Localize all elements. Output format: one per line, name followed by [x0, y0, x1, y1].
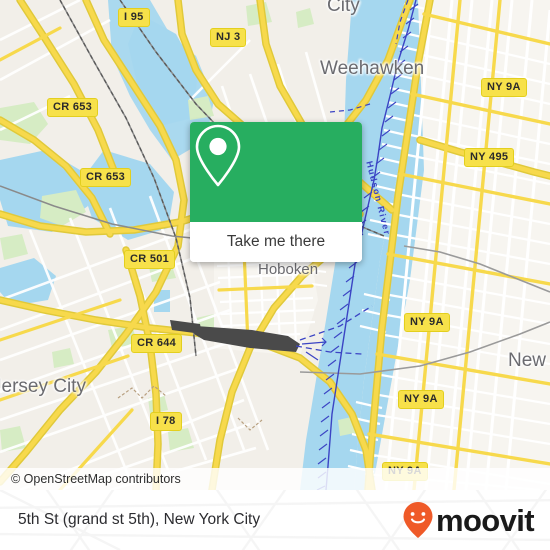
place-label: New: [508, 350, 547, 371]
moovit-wordmark: moovit: [435, 502, 535, 538]
moovit-logo[interactable]: moovit: [402, 490, 535, 550]
road-shield: I 78: [150, 412, 182, 431]
map-screenshot: I 95 NJ 3 CR 653 CR 653 CR 501 CR 644 I 78 NY 9…: [0, 0, 550, 550]
road-shield: CR 653: [80, 168, 132, 187]
map-pin-icon: [195, 124, 241, 187]
road-shield: CR 653: [47, 98, 99, 117]
road-shield: NY 9A: [481, 78, 527, 97]
footer-bar: 5th St (grand st 5th), New York City moo…: [0, 490, 550, 550]
road-shield: NY 9A: [398, 390, 444, 409]
road-shield: I 95: [118, 8, 150, 27]
location-popup-card[interactable]: Take me there: [190, 122, 362, 262]
place-label: Hoboken: [258, 261, 319, 278]
place-label: Weehawken: [320, 58, 425, 79]
place-label: Jersey City: [0, 376, 86, 397]
address-label: 5th St (grand st 5th), New York City: [18, 511, 261, 528]
card-icon-area: [190, 122, 362, 222]
road-shield: CR 644: [131, 334, 183, 353]
map-canvas[interactable]: I 95 NJ 3 CR 653 CR 653 CR 501 CR 644 I 78 NY 9…: [0, 0, 550, 490]
road-shield: NJ 3: [210, 28, 247, 47]
place-label: City: [327, 0, 360, 16]
attribution-bar: © OpenStreetMap contributors: [0, 468, 550, 490]
moovit-pin-icon: [403, 502, 433, 538]
road-shield: NY 9A: [404, 313, 450, 332]
take-me-there-button[interactable]: Take me there: [190, 222, 362, 262]
attribution-text: © OpenStreetMap contributors: [11, 472, 181, 486]
road-shield: NY 495: [464, 148, 515, 167]
road-shield: CR 501: [124, 250, 176, 269]
